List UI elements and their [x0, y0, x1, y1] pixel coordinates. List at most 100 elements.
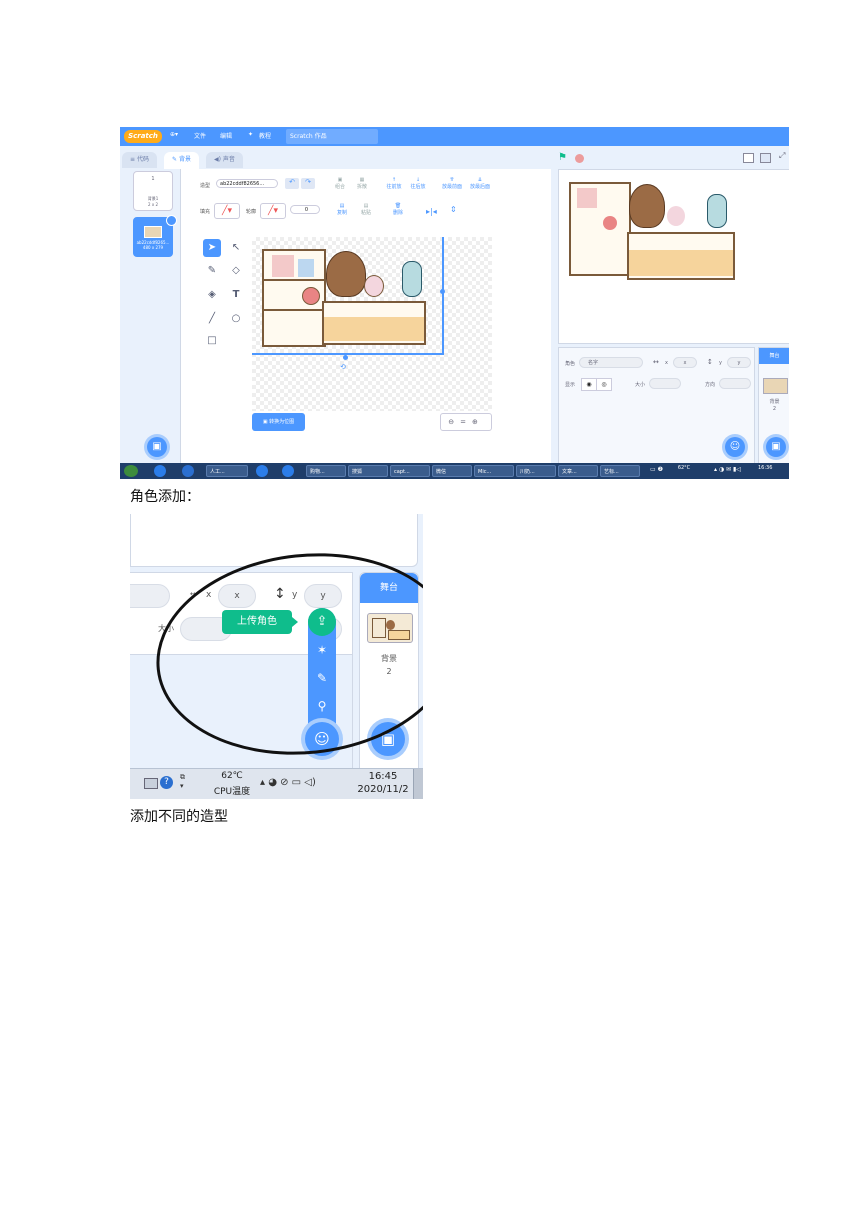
browser-icon[interactable]	[256, 465, 268, 477]
resize-handle[interactable]	[343, 355, 348, 360]
start-button-icon[interactable]	[124, 465, 138, 477]
show-desktop-button[interactable]	[413, 769, 423, 799]
line-tool-icon[interactable]: ╱	[206, 313, 218, 325]
cpu-temp-label: CPU温度	[213, 787, 251, 797]
caption-sprite-add: 角色添加：	[130, 489, 200, 505]
backdrop-thumb-1[interactable]: 1 背景1 2 x 2	[133, 171, 173, 211]
network-volume-icons[interactable]: ▴ ◑ ✉ ▮◁	[714, 466, 741, 473]
keyboard-icon[interactable]	[144, 778, 158, 789]
y-input[interactable]: y	[727, 357, 751, 368]
taskbar-button[interactable]: 人工...	[206, 465, 248, 477]
backdrop-preview	[144, 226, 162, 238]
front-button[interactable]: ⇈ 放最前面	[438, 177, 466, 190]
trash-icon[interactable]	[166, 215, 177, 226]
ungroup-button[interactable]: ▦ 拆散	[352, 177, 372, 190]
undo-icon[interactable]: ↶	[285, 178, 299, 189]
x-input[interactable]: x	[673, 357, 697, 368]
help-icon[interactable]: ?	[160, 776, 173, 789]
tab-code[interactable]: ≡ 代码	[122, 152, 157, 168]
forward-button[interactable]: ↑ 往前放	[382, 177, 406, 190]
costume-name-input[interactable]: ab22cddf82656...	[216, 179, 278, 188]
toy-blocks	[272, 255, 294, 277]
eraser-tool-icon[interactable]: ◇	[230, 265, 242, 277]
stage-blocks	[577, 188, 597, 208]
zoom-in-icon[interactable]: ⊕	[472, 418, 484, 426]
sogou-icon[interactable]	[182, 465, 194, 477]
text-tool-icon[interactable]: T	[230, 289, 242, 301]
fill-tool-icon[interactable]: ◈	[206, 289, 218, 301]
convert-label: 转换为位图	[269, 419, 295, 425]
stop-icon[interactable]	[575, 154, 584, 163]
back-button[interactable]: ⇊ 放最后面	[466, 177, 494, 190]
green-flag-icon[interactable]: ⚑	[558, 152, 567, 163]
redo-icon[interactable]: ↷	[301, 178, 315, 189]
outline-color-picker[interactable]: ╱▾	[260, 203, 286, 219]
fullscreen-icon[interactable]: ⤢	[779, 151, 785, 161]
taskbar-button[interactable]: 文章...	[558, 465, 598, 477]
zoom-reset-icon[interactable]: =	[460, 418, 472, 426]
group-button[interactable]: ▣ 组合	[330, 177, 350, 190]
taskbar-button[interactable]: 艺标...	[600, 465, 640, 477]
globe-icon[interactable]: ⊕▾	[170, 131, 178, 138]
delete-button[interactable]: 🗑 删除	[388, 203, 408, 216]
menu-file[interactable]: 文件	[194, 131, 206, 140]
circle-tool-icon[interactable]: ○	[230, 313, 242, 325]
tab-backdrops[interactable]: ✎ 背景	[164, 152, 199, 169]
rotate-handle-icon[interactable]: ⟲	[340, 363, 346, 371]
stage-pink-bear	[667, 206, 685, 226]
choose-backdrop-button[interactable]: ▣	[147, 437, 167, 457]
convert-to-bitmap-button[interactable]: ▣ 转换为位图	[252, 413, 305, 431]
flip-vertical-icon[interactable]: ⇕	[450, 205, 457, 214]
rectangle-tool-icon[interactable]: □	[206, 335, 218, 347]
toy-blocks	[298, 259, 314, 277]
tray-icons[interactable]: ▴ ◕ ⊘ ▭ ◁)	[260, 777, 316, 788]
zoom-out-icon[interactable]: ⊖	[448, 418, 460, 426]
resize-handle[interactable]	[440, 289, 445, 294]
windows-taskbar: 人工... 购物... 搜狐 capt... 微信 Mic... 川奶... 文…	[120, 463, 789, 479]
shelf-board	[264, 279, 324, 281]
flip-horizontal-icon[interactable]: ▸|◂	[426, 207, 437, 216]
project-title-input[interactable]: Scratch 作品	[286, 129, 378, 144]
sprite-name-input[interactable]	[130, 584, 170, 608]
tab-sounds[interactable]: ◀) 声音	[206, 152, 243, 168]
copy-button[interactable]: ▤ 复制	[332, 203, 352, 216]
outline-width-input[interactable]: 0	[290, 205, 320, 214]
select-tool-icon[interactable]: ➤	[203, 239, 221, 257]
direction-input[interactable]	[719, 378, 751, 389]
taskbar-button[interactable]: Mic...	[474, 465, 514, 477]
choose-stage-backdrop-button[interactable]: ▣	[766, 437, 786, 457]
large-stage-icon[interactable]	[760, 153, 771, 163]
menu-edit[interactable]: 编辑	[220, 131, 232, 140]
stage-preview[interactable]	[558, 169, 789, 344]
tray-window-icon[interactable]: ⧉ ▾	[180, 773, 185, 790]
browser-icon[interactable]	[282, 465, 294, 477]
sprite-name-input[interactable]: 名字	[579, 357, 643, 368]
paste-button[interactable]: ▤ 粘贴	[356, 203, 376, 216]
ie-icon[interactable]	[154, 465, 166, 477]
reshape-tool-icon[interactable]: ↖	[230, 242, 242, 254]
taskbar-button[interactable]: capt...	[390, 465, 430, 477]
hide-eye-icon[interactable]: ◎	[596, 378, 612, 391]
show-eye-icon[interactable]: ◉	[581, 378, 597, 391]
direction-label: 方向	[705, 382, 716, 388]
fill-color-picker[interactable]: ╱▾	[214, 203, 240, 219]
taskbar-button[interactable]: 微信	[432, 465, 472, 477]
taskbar-button[interactable]: 搜狐	[348, 465, 388, 477]
stage-thumbnail	[763, 378, 788, 394]
vertical-arrow-icon: ↕	[707, 358, 713, 366]
back-label: 放最后面	[469, 184, 490, 190]
taskbar-button[interactable]: 川奶...	[516, 465, 556, 477]
pink-bear	[364, 275, 384, 297]
backward-button[interactable]: ↓ 往后放	[406, 177, 430, 190]
menu-tutorials[interactable]: 教程	[259, 131, 271, 140]
shelf-board	[264, 309, 324, 311]
size-input[interactable]	[649, 378, 681, 389]
scratch-logo[interactable]: Scratch	[124, 130, 162, 143]
taskbar-button[interactable]: 购物...	[306, 465, 346, 477]
zoom-controls[interactable]: ⊖=⊕	[440, 413, 492, 431]
small-stage-icon[interactable]	[743, 153, 754, 163]
y-label: y	[719, 360, 722, 366]
paint-canvas[interactable]: ⟲	[252, 237, 492, 411]
choose-sprite-button[interactable]: ☺	[725, 437, 745, 457]
brush-tool-icon[interactable]: ✎	[206, 265, 218, 277]
